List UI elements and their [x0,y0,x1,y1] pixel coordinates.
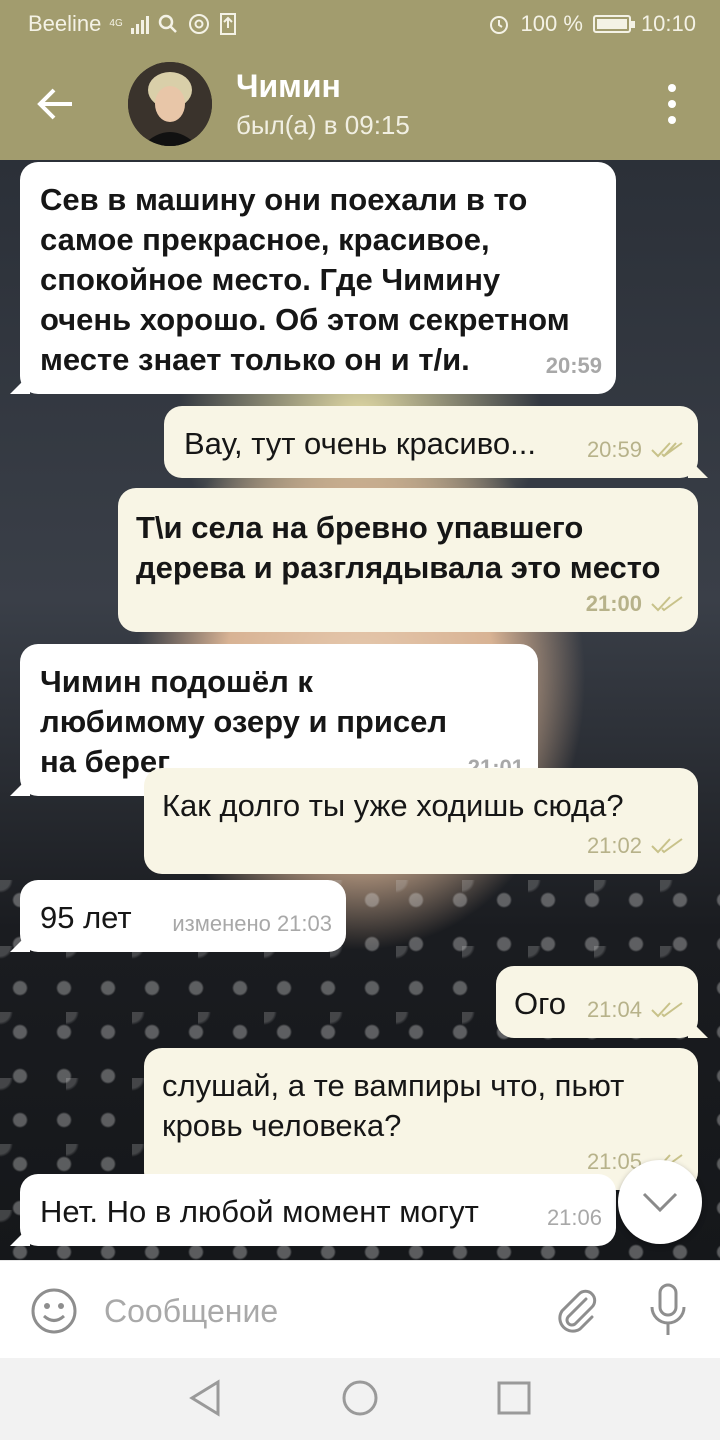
signal-icon [130,14,149,34]
back-arrow-icon[interactable] [34,82,78,126]
double-check-icon [651,1002,683,1018]
system-navigation-bar [0,1358,720,1440]
message-bubble-incoming[interactable]: Сев в машину они поехали в то самое прек… [20,162,616,394]
message-text: Сев в машину они поехали в то самое прек… [40,182,570,377]
message-text: Нет. Но в любой момент могут [40,1194,479,1229]
message-bubble-outgoing[interactable]: Ого 21:04 [496,966,698,1038]
message-text: Ого [514,986,566,1021]
message-text: Вау, тут очень красиво... [184,426,536,461]
message-text: слушай, а те вампиры что, пьют кровь чел… [162,1068,625,1143]
message-meta: 21:04 [587,990,684,1030]
message-text: Чимин подошёл к любимому озеру и присел … [40,664,448,779]
message-bubble-outgoing[interactable]: Как долго ты уже ходишь сюда? 21:02 [144,768,698,874]
status-bar: Beeline 4G 100 % 10:10 [0,0,720,48]
message-bubble-incoming[interactable]: 95 лет изменено 21:03 [20,880,346,952]
message-composer [0,1260,720,1358]
chat-background: Сев в машину они поехали в то самое прек… [0,160,720,1260]
message-bubble-outgoing[interactable]: Т\и села на бревно упавшего дерева и раз… [118,488,698,632]
chevron-down-icon [642,1192,678,1212]
message-text: Т\и села на бревно упавшего дерева и раз… [136,510,661,585]
message-bubble-incoming[interactable]: Нет. Но в любой момент могут 21:06 [20,1174,616,1246]
nav-recents-icon[interactable] [494,1378,534,1418]
message-input[interactable] [104,1285,524,1337]
battery-percent: 100 % [520,11,583,36]
message-time: 21:06 [546,1205,602,1230]
carrier-label: Beeline [28,11,102,36]
at-icon [188,14,209,34]
microphone-icon[interactable] [644,1283,692,1337]
message-bubble-outgoing[interactable]: слушай, а те вампиры что, пьют кровь чел… [144,1048,698,1190]
clock: 10:10 [640,11,696,36]
avatar[interactable] [128,62,212,146]
battery-icon [592,15,635,33]
contact-name[interactable]: Чимин [236,68,341,105]
message-time: 20:59 [545,353,602,378]
message-meta: 21:02 [587,826,684,866]
network-label: 4G [109,18,123,29]
nav-home-icon[interactable] [340,1378,380,1418]
double-check-icon [651,596,683,612]
double-check-icon [651,838,683,854]
double-check-icon [651,442,683,458]
nav-back-icon[interactable] [186,1378,226,1418]
alarm-icon [489,16,508,34]
upload-icon [219,13,236,35]
emoji-icon[interactable] [30,1287,78,1335]
paperclip-icon[interactable] [552,1285,600,1333]
message-bubble-outgoing[interactable]: Вау, тут очень красиво... 20:59 [164,406,698,478]
message-text: Как долго ты уже ходишь сюда? [162,788,624,823]
last-seen-status: был(а) в 09:15 [236,110,410,140]
search-icon [158,14,177,33]
message-time: изменено 21:03 [172,911,332,936]
more-menu-icon[interactable] [660,84,684,124]
message-meta: 21:00 [586,584,684,624]
scroll-down-button[interactable] [618,1160,702,1244]
chat-header: Чимин был(а) в 09:15 [0,48,720,160]
message-text: 95 лет [40,900,132,935]
message-meta: 20:59 [587,430,684,470]
